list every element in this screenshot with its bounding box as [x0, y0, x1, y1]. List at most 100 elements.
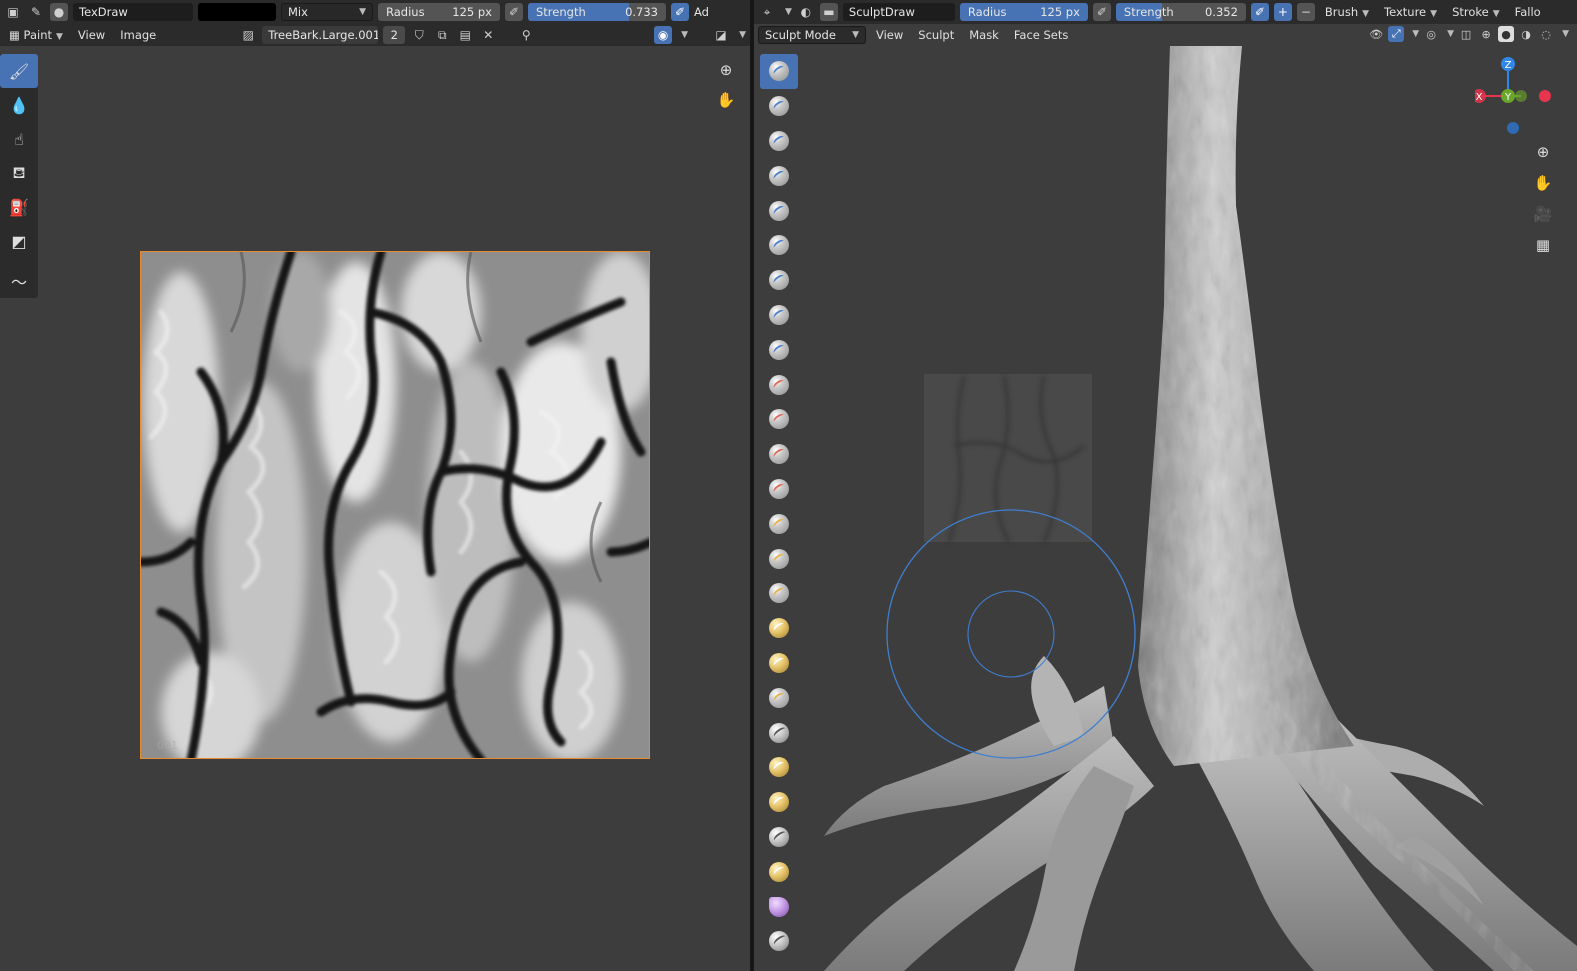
visibility-eye-icon[interactable]: 👁: [1368, 26, 1384, 42]
radius-slider[interactable]: Radius 125 px: [959, 3, 1088, 21]
image-name-field[interactable]: TreeBark.Large.001: [262, 26, 379, 44]
fake-user-shield-icon[interactable]: ⛉: [410, 26, 428, 44]
sculpt-brush-3[interactable]: [760, 124, 798, 159]
fill-bucket-icon[interactable]: ⛽: [0, 190, 38, 224]
sculpt-brush-18[interactable]: [760, 646, 798, 681]
sculpt-brush-22[interactable]: [760, 785, 798, 820]
wireframe-shading-icon[interactable]: ⊕: [1478, 26, 1494, 42]
sculpt-brush-13[interactable]: [760, 472, 798, 507]
strength-slider[interactable]: Strength 0.733: [528, 3, 666, 21]
overlays-icon[interactable]: ◉: [654, 26, 673, 44]
sculpt-tool-icon[interactable]: ◐: [797, 3, 815, 21]
gizmo-toggle-icon[interactable]: ⤢: [1388, 26, 1405, 42]
sculpt-brush-1[interactable]: [760, 54, 798, 89]
strength-pressure-icon[interactable]: ✐: [1250, 3, 1269, 21]
sculpt-brush-26[interactable]: [760, 924, 798, 959]
mask-icon[interactable]: ◩: [0, 224, 38, 258]
add-menu-label[interactable]: Ad: [694, 5, 709, 19]
direction-subtract-icon[interactable]: −: [1296, 3, 1315, 21]
perspective-grid-icon[interactable]: ▦: [1531, 233, 1555, 257]
face-sets-menu[interactable]: Face Sets: [1009, 28, 1074, 42]
camera-icon[interactable]: 🎥: [1531, 202, 1555, 226]
chevron-down-icon[interactable]: ▼: [1447, 29, 1454, 39]
display-channels-icon[interactable]: ◪: [712, 26, 730, 44]
pan-hand-icon[interactable]: ✋: [714, 88, 738, 112]
pan-hand-icon[interactable]: ✋: [1531, 171, 1555, 195]
sculpt-brush-14[interactable]: [760, 506, 798, 541]
navigation-gizmo[interactable]: Z X Y: [1472, 56, 1555, 136]
brush-name-field[interactable]: TexDraw: [73, 3, 193, 21]
sculpt-brush-8[interactable]: [760, 298, 798, 333]
paintbrush-icon[interactable]: 🖌: [0, 54, 38, 88]
brush-preview-icon[interactable]: ●: [50, 3, 68, 21]
zoom-icon[interactable]: ⊕: [1531, 140, 1555, 164]
view-menu[interactable]: View: [871, 28, 908, 42]
mask-menu[interactable]: Mask: [964, 28, 1004, 42]
sculpt-brush-4[interactable]: [760, 158, 798, 193]
brush-name-field[interactable]: SculptDraw: [842, 3, 955, 21]
chevron-down-icon[interactable]: ▼: [1412, 29, 1419, 39]
strength-pressure-icon[interactable]: ✐: [671, 3, 689, 21]
3d-viewport[interactable]: ⌖ ▼ ◐ ▬ SculptDraw Radius 125 px ✐ Streng…: [754, 0, 1577, 971]
sculpt-brush-17[interactable]: [760, 611, 798, 646]
sculpt-brush-15[interactable]: [760, 541, 798, 576]
chevron-down-icon[interactable]: ▼: [739, 30, 746, 40]
neg-z-axis-handle[interactable]: [1507, 122, 1519, 134]
radius-pressure-icon[interactable]: ✐: [1092, 3, 1111, 21]
sculpt-brush-12[interactable]: [760, 437, 798, 472]
chevron-down-icon[interactable]: ▼: [681, 30, 688, 40]
sculpt-brush-2[interactable]: [760, 89, 798, 124]
bark-texture-canvas[interactable]: 001: [140, 251, 650, 759]
radius-slider[interactable]: Radius 125 px: [378, 3, 500, 21]
texture-menu[interactable]: Texture ▼: [1379, 5, 1442, 19]
falloff-menu[interactable]: Fallo: [1510, 5, 1546, 19]
brush-preview-icon[interactable]: ▬: [819, 3, 838, 21]
view-menu[interactable]: View: [73, 28, 110, 42]
sculpt-brush-11[interactable]: [760, 402, 798, 437]
stroke-menu[interactable]: Stroke ▼: [1447, 5, 1505, 19]
viewport-scene[interactable]: [754, 46, 1577, 971]
open-folder-icon[interactable]: ▤: [456, 26, 474, 44]
image-browse-icon[interactable]: ▨: [239, 26, 257, 44]
brush-tool-icon[interactable]: ✎: [27, 3, 45, 21]
new-image-icon[interactable]: ⧉: [433, 26, 451, 44]
color-swatch[interactable]: [198, 3, 276, 21]
blend-mode-dropdown[interactable]: Mix ▼: [281, 3, 373, 21]
editor-type-icon[interactable]: ▣: [4, 3, 22, 21]
annotate-icon[interactable]: 〜: [0, 264, 38, 298]
direction-add-icon[interactable]: +: [1273, 3, 1292, 21]
overlays-icon[interactable]: ◎: [1423, 26, 1439, 42]
sculpt-brush-23[interactable]: [760, 820, 798, 855]
brush-menu[interactable]: Brush ▼: [1320, 5, 1374, 19]
material-shading-icon[interactable]: ◑: [1518, 26, 1534, 42]
sculpt-brush-25[interactable]: [760, 889, 798, 924]
sculpt-brush-5[interactable]: [760, 193, 798, 228]
sculpt-brush-7[interactable]: [760, 263, 798, 298]
radius-pressure-icon[interactable]: ✐: [505, 3, 523, 21]
xray-icon[interactable]: ◫: [1458, 26, 1474, 42]
sculpt-brush-19[interactable]: [760, 680, 798, 715]
paint-mode-dropdown[interactable]: ▦ Paint ▼: [4, 28, 68, 42]
sculpt-brush-16[interactable]: [760, 576, 798, 611]
pin-icon[interactable]: ⚲: [517, 26, 535, 44]
sculpt-brush-20[interactable]: [760, 715, 798, 750]
sculpt-brush-24[interactable]: [760, 854, 798, 889]
strength-slider[interactable]: Strength 0.352: [1115, 3, 1246, 21]
image-users-count[interactable]: 2: [383, 26, 406, 44]
image-menu[interactable]: Image: [115, 28, 161, 42]
chevron-down-icon[interactable]: ▼: [1562, 29, 1569, 39]
sculpt-brush-6[interactable]: [760, 228, 798, 263]
clone-stamp-icon[interactable]: ⛾: [0, 156, 38, 190]
neg-x-axis-handle[interactable]: [1539, 90, 1551, 102]
zoom-icon[interactable]: ⊕: [714, 58, 738, 82]
neg-y-axis-handle[interactable]: [1515, 90, 1527, 102]
blur-drop-icon[interactable]: 💧: [0, 88, 38, 122]
editor-type-icon[interactable]: ⌖: [758, 3, 776, 21]
solid-shading-icon[interactable]: ●: [1498, 26, 1515, 42]
chevron-down-icon[interactable]: ▼: [785, 7, 792, 17]
sculpt-brush-9[interactable]: [760, 332, 798, 367]
sculpt-menu[interactable]: Sculpt: [913, 28, 959, 42]
smear-icon[interactable]: ☝: [0, 122, 38, 156]
sculpt-brush-21[interactable]: [760, 750, 798, 785]
sculpt-brush-10[interactable]: [760, 367, 798, 402]
